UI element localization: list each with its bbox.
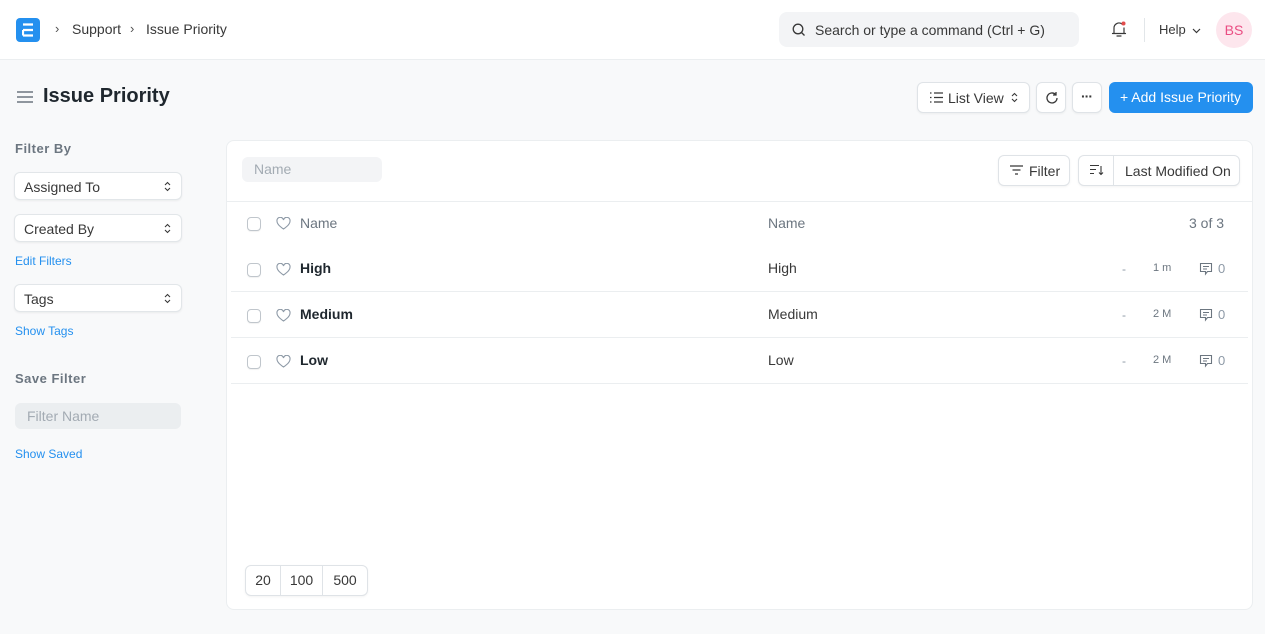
- column-header-name-2: Name: [768, 215, 806, 231]
- heart-icon[interactable]: [276, 263, 291, 276]
- sort-descending-icon: [1090, 164, 1104, 176]
- created-by-select[interactable]: Created By: [14, 214, 182, 242]
- list-icon: [930, 92, 943, 103]
- page-size-selector: 20 100 500: [245, 565, 368, 596]
- filter-name-placeholder: Filter Name: [27, 408, 100, 424]
- created-by-label: Created By: [24, 221, 95, 237]
- column-header-name: Name: [300, 215, 338, 231]
- row-assigned: -: [1122, 262, 1126, 276]
- row-checkbox[interactable]: [247, 309, 261, 323]
- comment-icon: [1199, 262, 1213, 276]
- app-logo[interactable]: [16, 18, 40, 42]
- list-card: Name Filter Last Modified On Name Name 3…: [226, 140, 1253, 610]
- navbar-divider: [1144, 18, 1145, 42]
- select-arrows-icon: [164, 181, 171, 192]
- row-comment-count: 0: [1218, 353, 1226, 368]
- sort-by-button[interactable]: Last Modified On: [1125, 163, 1231, 179]
- heart-icon[interactable]: [276, 217, 291, 230]
- notification-bell-icon[interactable]: [1109, 19, 1129, 39]
- row-name-value: Medium: [768, 306, 818, 322]
- heart-icon[interactable]: [276, 355, 291, 368]
- heart-icon[interactable]: [276, 309, 291, 322]
- breadcrumb-issue-priority[interactable]: Issue Priority: [146, 21, 227, 37]
- toolbar-divider: [227, 201, 1252, 202]
- row-divider: [231, 337, 1248, 338]
- record-count: 3 of 3: [1189, 215, 1225, 231]
- row-divider: [231, 291, 1248, 292]
- breadcrumb-support[interactable]: Support: [72, 21, 121, 37]
- page-size-100[interactable]: 100: [281, 566, 323, 595]
- row-checkbox[interactable]: [247, 263, 261, 277]
- filter-name-input[interactable]: Filter Name: [15, 403, 181, 429]
- row-comment-count: 0: [1218, 261, 1226, 276]
- page-size-500[interactable]: 500: [323, 566, 367, 595]
- add-issue-priority-button[interactable]: + Add Issue Priority: [1109, 82, 1253, 113]
- sort-direction-button[interactable]: [1079, 156, 1114, 185]
- show-saved-link[interactable]: Show Saved: [15, 447, 82, 461]
- tags-select[interactable]: Tags: [14, 284, 182, 312]
- logo-e-icon: [22, 23, 33, 37]
- row-name-link[interactable]: High: [300, 260, 331, 276]
- row-assigned: -: [1122, 308, 1126, 322]
- search-icon: [792, 23, 805, 36]
- select-arrows-icon: [164, 223, 171, 234]
- row-modified: 2 M: [1153, 308, 1172, 320]
- more-actions-button[interactable]: ···: [1072, 82, 1102, 113]
- name-filter-input[interactable]: Name: [242, 157, 382, 182]
- page-title: Issue Priority: [43, 85, 170, 107]
- select-arrows-icon: [1011, 92, 1018, 103]
- help-label: Help: [1159, 22, 1186, 37]
- user-avatar[interactable]: BS: [1216, 12, 1252, 48]
- list-view-label: List View: [948, 90, 1004, 106]
- row-comment-count: 0: [1218, 307, 1226, 322]
- refresh-button[interactable]: [1036, 82, 1066, 113]
- filter-label: Filter: [1029, 163, 1061, 179]
- sidebar-toggle-icon[interactable]: [16, 90, 34, 104]
- list-view-selector[interactable]: List View: [917, 82, 1030, 113]
- save-filter-label: Save Filter: [15, 371, 87, 386]
- assigned-to-select[interactable]: Assigned To: [14, 172, 182, 200]
- comment-icon: [1199, 308, 1213, 322]
- filter-icon: [1010, 165, 1023, 175]
- row-name-value: Low: [768, 352, 794, 368]
- filter-by-label: Filter By: [15, 141, 72, 156]
- tags-label: Tags: [24, 291, 54, 307]
- row-modified: 1 m: [1153, 262, 1172, 274]
- page-size-20[interactable]: 20: [246, 566, 281, 595]
- breadcrumb-chevron-icon: ›: [130, 21, 135, 36]
- filter-button[interactable]: Filter: [998, 155, 1070, 186]
- row-assigned: -: [1122, 354, 1126, 368]
- sort-selector: Last Modified On: [1078, 155, 1240, 186]
- comment-icon: [1199, 354, 1213, 368]
- row-divider: [231, 383, 1248, 384]
- add-issue-priority-label: + Add Issue Priority: [1120, 89, 1242, 105]
- chevron-down-icon: [1192, 28, 1201, 33]
- name-filter-placeholder: Name: [254, 161, 292, 177]
- more-icon: ···: [1081, 88, 1093, 104]
- select-arrows-icon: [164, 293, 171, 304]
- row-modified: 2 M: [1153, 354, 1172, 366]
- search-placeholder: Search or type a command (Ctrl + G): [815, 22, 1045, 38]
- row-name-link[interactable]: Low: [300, 352, 328, 368]
- refresh-icon: [1046, 92, 1058, 104]
- select-all-checkbox[interactable]: [247, 217, 261, 231]
- help-dropdown[interactable]: Help: [1159, 22, 1201, 37]
- row-name-value: High: [768, 260, 797, 276]
- assigned-to-label: Assigned To: [24, 179, 101, 195]
- show-tags-link[interactable]: Show Tags: [15, 324, 73, 338]
- row-name-link[interactable]: Medium: [300, 306, 353, 322]
- breadcrumb-chevron-icon: ›: [55, 21, 60, 36]
- navbar: › Support › Issue Priority Search or typ…: [0, 0, 1265, 60]
- search-bar[interactable]: Search or type a command (Ctrl + G): [779, 12, 1079, 47]
- edit-filters-link[interactable]: Edit Filters: [15, 254, 72, 268]
- row-checkbox[interactable]: [247, 355, 261, 369]
